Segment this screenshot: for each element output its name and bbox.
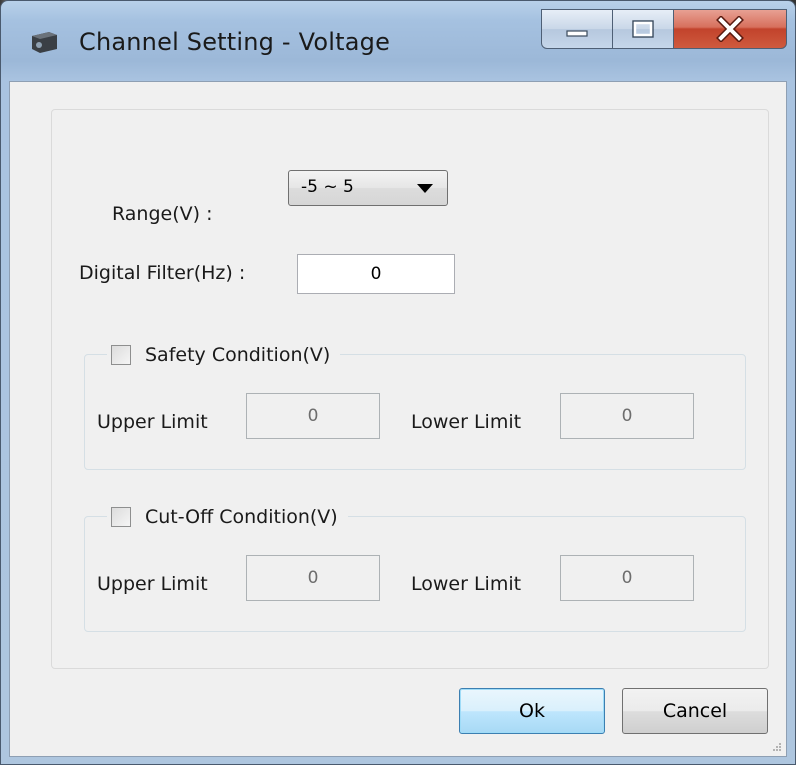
cancel-button[interactable]: Cancel: [622, 688, 768, 734]
digital-filter-label: Digital Filter(Hz) :: [79, 262, 246, 284]
safety-upper-limit-input[interactable]: 0: [246, 393, 380, 439]
safety-upper-limit-label: Upper Limit: [97, 411, 208, 433]
dialog-client-area: Range(V) : -5 ~ 5 Digital Filter(Hz) : 0…: [9, 81, 787, 757]
safety-condition-legend: Safety Condition(V): [107, 341, 341, 369]
range-dropdown-value: -5 ~ 5: [301, 177, 354, 197]
maximize-icon: [632, 20, 654, 38]
minimize-icon: [566, 30, 588, 37]
cutoff-condition-label[interactable]: Cut-Off Condition(V): [145, 506, 338, 528]
window-title: Channel Setting - Voltage: [79, 28, 391, 56]
minimize-button[interactable]: [541, 9, 613, 49]
digital-filter-input[interactable]: 0: [297, 254, 455, 294]
safety-lower-limit-label: Lower Limit: [411, 411, 522, 433]
cutoff-upper-limit-label: Upper Limit: [97, 573, 208, 595]
cutoff-lower-limit-label: Lower Limit: [411, 573, 522, 595]
cutoff-lower-limit-input[interactable]: 0: [560, 555, 694, 601]
range-dropdown[interactable]: -5 ~ 5: [288, 170, 448, 206]
safety-condition-group: Safety Condition(V) Upper Limit 0 Lower …: [84, 341, 746, 470]
safety-lower-limit-input[interactable]: 0: [560, 393, 694, 439]
range-label: Range(V) :: [112, 203, 213, 225]
chevron-down-icon: [417, 184, 433, 193]
caption-buttons: [541, 9, 787, 49]
safety-condition-checkbox[interactable]: [111, 345, 131, 365]
settings-panel: Range(V) : -5 ~ 5 Digital Filter(Hz) : 0…: [51, 109, 769, 669]
app-icon: [32, 32, 57, 53]
cutoff-upper-limit-input[interactable]: 0: [246, 555, 380, 601]
cutoff-condition-checkbox[interactable]: [111, 507, 131, 527]
close-button[interactable]: [673, 9, 787, 49]
safety-condition-label[interactable]: Safety Condition(V): [145, 344, 330, 366]
maximize-button[interactable]: [612, 9, 674, 49]
title-bar[interactable]: Channel Setting - Voltage: [1, 1, 795, 81]
resize-grip-icon[interactable]: [772, 742, 782, 752]
close-icon: [716, 16, 744, 42]
ok-button[interactable]: Ok: [459, 688, 605, 734]
dialog-window: Channel Setting - Voltage Range(V): -5 …: [0, 0, 796, 765]
cutoff-condition-group: Cut-Off Condition(V) Upper Limit 0 Lower…: [84, 503, 746, 632]
cutoff-condition-legend: Cut-Off Condition(V): [107, 503, 348, 531]
